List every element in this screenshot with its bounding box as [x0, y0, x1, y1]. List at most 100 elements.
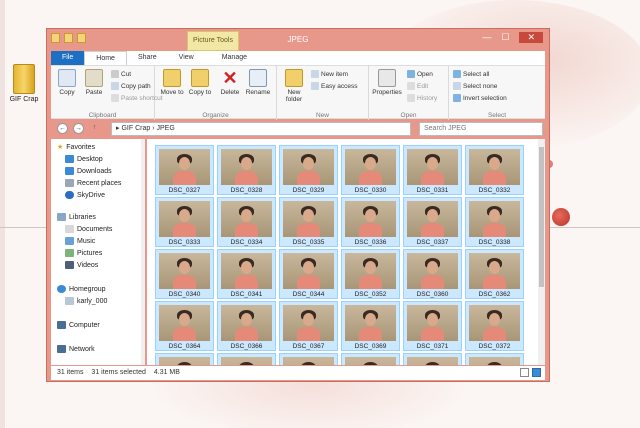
file-item[interactable]: DSC_0372 — [465, 301, 524, 351]
rename-button[interactable]: Rename — [245, 69, 271, 96]
file-item[interactable] — [279, 353, 338, 365]
properties-label: Properties — [372, 89, 402, 96]
maximize-button[interactable]: ☐ — [501, 32, 509, 43]
nav-skydrive[interactable]: SkyDrive — [65, 191, 105, 199]
tab-share[interactable]: Share — [127, 51, 168, 65]
title-bar: Picture Tools JPEG — ☐ ✕ — [47, 29, 549, 51]
paste-button[interactable]: Paste — [81, 69, 107, 96]
up-button[interactable]: ↑ — [89, 123, 100, 134]
nav-label: Computer — [69, 321, 100, 329]
file-item[interactable]: DSC_0366 — [217, 301, 276, 351]
nav-label: Documents — [77, 225, 113, 233]
file-item[interactable]: DSC_0327 — [155, 145, 214, 195]
file-item[interactable]: DSC_0334 — [217, 197, 276, 247]
delete-button[interactable]: ✕ Delete — [217, 69, 243, 96]
file-item[interactable] — [155, 353, 214, 365]
copy-button[interactable]: Copy — [54, 69, 80, 96]
easy-access-button[interactable]: Easy access — [311, 82, 358, 90]
edit-button[interactable]: Edit — [407, 82, 428, 90]
nav-network[interactable]: Network — [57, 345, 95, 353]
file-item[interactable]: DSC_0337 — [403, 197, 462, 247]
nav-documents[interactable]: Documents — [65, 225, 112, 233]
nav-libraries[interactable]: Libraries — [57, 213, 96, 221]
new-item-button[interactable]: New item — [311, 70, 348, 78]
file-item[interactable]: DSC_0340 — [155, 249, 214, 299]
forward-button[interactable]: → — [73, 123, 84, 134]
file-item[interactable]: DSC_0371 — [403, 301, 462, 351]
tab-manage[interactable]: Manage — [211, 51, 258, 65]
breadcrumb-jpeg[interactable]: JPEG — [157, 125, 175, 132]
file-item[interactable]: DSC_0336 — [341, 197, 400, 247]
nav-desktop[interactable]: Desktop — [65, 155, 103, 163]
scrollbar-thumb[interactable] — [539, 147, 544, 287]
file-item[interactable]: DSC_0341 — [217, 249, 276, 299]
invert-selection-button[interactable]: Invert selection — [453, 94, 507, 102]
file-item[interactable]: DSC_0352 — [341, 249, 400, 299]
file-item[interactable]: DSC_0332 — [465, 145, 524, 195]
file-item[interactable]: DSC_0329 — [279, 145, 338, 195]
select-none-button[interactable]: Select none — [453, 82, 497, 90]
search-input[interactable]: Search JPEG — [419, 122, 543, 136]
file-item[interactable]: DSC_0330 — [341, 145, 400, 195]
file-item[interactable]: DSC_0367 — [279, 301, 338, 351]
image-thumbnail — [469, 305, 520, 341]
file-item[interactable]: DSC_0338 — [465, 197, 524, 247]
nav-scrollbar[interactable] — [141, 139, 145, 365]
file-item[interactable]: DSC_0344 — [279, 249, 338, 299]
properties-button[interactable]: Properties — [371, 69, 403, 96]
libraries-icon — [57, 213, 66, 221]
file-item[interactable]: DSC_0328 — [217, 145, 276, 195]
minimize-button[interactable]: — — [482, 32, 491, 43]
breadcrumb-gif-crap[interactable]: GIF Crap — [121, 125, 150, 132]
nav-videos[interactable]: Videos — [65, 261, 98, 269]
file-item[interactable] — [465, 353, 524, 365]
file-item[interactable] — [403, 353, 462, 365]
move-to-button[interactable]: Move to — [159, 69, 185, 96]
file-item[interactable]: DSC_0333 — [155, 197, 214, 247]
file-item[interactable]: DSC_0362 — [465, 249, 524, 299]
close-button[interactable]: ✕ — [519, 32, 543, 43]
file-item[interactable]: DSC_0331 — [403, 145, 462, 195]
file-item[interactable]: DSC_0364 — [155, 301, 214, 351]
tab-home[interactable]: Home — [84, 51, 127, 65]
open-button[interactable]: Open — [407, 70, 433, 78]
back-button[interactable]: ← — [57, 123, 68, 134]
file-item[interactable]: DSC_0369 — [341, 301, 400, 351]
history-button[interactable]: History — [407, 94, 437, 102]
nav-music[interactable]: Music — [65, 237, 95, 245]
content-scrollbar[interactable] — [538, 139, 545, 365]
new-folder-button[interactable]: New folder — [281, 69, 307, 103]
nav-pictures[interactable]: Pictures — [65, 249, 102, 257]
file-item[interactable] — [217, 353, 276, 365]
cut-label: Cut — [121, 70, 132, 78]
cut-button[interactable]: Cut — [111, 70, 131, 78]
file-item[interactable] — [341, 353, 400, 365]
tab-view[interactable]: View — [168, 51, 205, 65]
desktop-folder-icon[interactable]: GIF Crap — [6, 64, 42, 103]
large-icons-view-icon[interactable] — [532, 368, 541, 377]
nav-label: Favorites — [66, 143, 96, 151]
nav-recent-places[interactable]: Recent places — [65, 179, 121, 187]
file-name: DSC_0364 — [168, 343, 201, 350]
nav-user[interactable]: karly_000 — [65, 297, 107, 305]
tab-file[interactable]: File — [51, 51, 85, 65]
nav-favorites[interactable]: ★ Favorites — [57, 143, 96, 152]
nav-downloads[interactable]: Downloads — [65, 167, 112, 175]
select-all-button[interactable]: Select all — [453, 70, 489, 78]
file-name: DSC_0366 — [230, 343, 263, 350]
file-item[interactable]: DSC_0335 — [279, 197, 338, 247]
nav-label: Recent places — [77, 179, 122, 187]
copy-to-button[interactable]: Copy to — [187, 69, 213, 96]
nav-computer[interactable]: Computer — [57, 321, 100, 329]
image-thumbnail — [283, 149, 334, 185]
address-bar[interactable]: ▸ GIF Crap › JPEG — [111, 122, 411, 136]
nav-homegroup[interactable]: Homegroup — [57, 285, 106, 293]
details-view-icon[interactable] — [520, 368, 529, 377]
new-item-icon — [311, 70, 319, 78]
organize-group: Move to Copy to ✕ Delete Rename Organize — [155, 66, 277, 120]
thumbnail-body — [483, 275, 506, 289]
file-item[interactable]: DSC_0360 — [403, 249, 462, 299]
thumbnail-head — [179, 313, 190, 326]
copy-path-button[interactable]: Copy path — [111, 82, 151, 90]
open-group: Properties Open Edit History Open — [369, 66, 449, 120]
